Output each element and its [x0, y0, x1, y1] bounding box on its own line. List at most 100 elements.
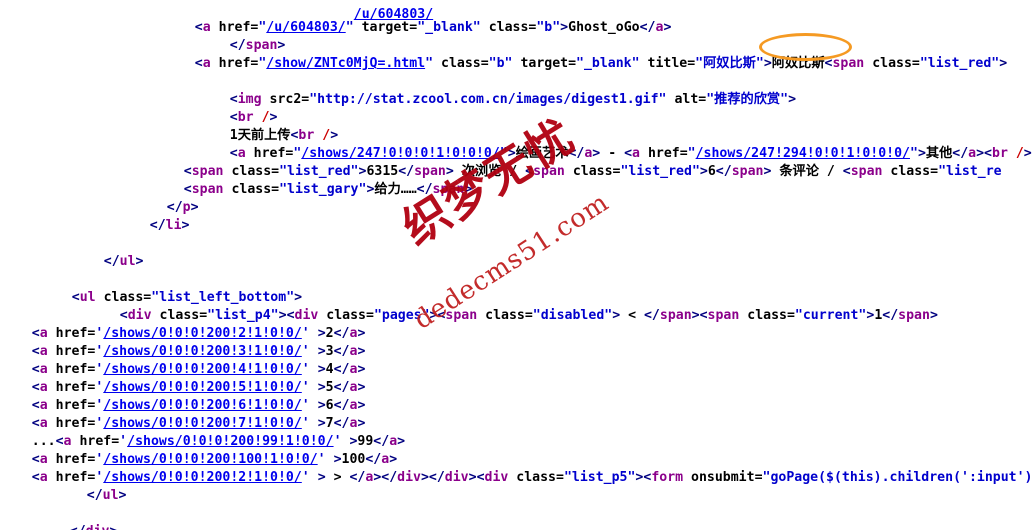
angle-bracket: >	[612, 308, 621, 324]
angle-bracket: >	[999, 56, 1008, 72]
attr-name: class	[572, 164, 613, 180]
attr-value: "b"	[536, 20, 561, 36]
angle-bracket: >	[109, 524, 117, 530]
tag-name: span	[533, 164, 565, 180]
code-line: <span class="list_gary">给力……</span>	[183, 182, 473, 198]
attr-value: "list_gary"	[279, 182, 367, 198]
code-line-pagination: <a href='/shows/0!0!0!200!2!1!0!0/' >2</…	[31, 326, 366, 342]
tag-name: form	[651, 470, 684, 486]
angle-bracket: </	[103, 254, 120, 270]
text-node: 条评论 /	[771, 164, 843, 180]
tag-name: span	[832, 56, 865, 72]
code-line-pagination: <a href='/shows/0!0!0!200!3!1!0!0/' >3</…	[31, 344, 366, 360]
angle-bracket: >	[929, 308, 938, 324]
attr-value: "http://stat.zcool.com.cn/images/digest1…	[309, 92, 667, 108]
angle-bracket: ></	[420, 470, 445, 486]
attr-name: class	[747, 308, 787, 324]
angle-bracket: >	[560, 20, 569, 36]
angle-bracket: ><	[635, 470, 652, 486]
code-line: <img src2="http://stat.zcool.com.cn/imag…	[229, 92, 797, 108]
text-node: Ghost_oGo	[568, 20, 640, 36]
angle-bracket: >	[788, 92, 797, 108]
angle-bracket: <	[31, 470, 40, 486]
attr-value: "阿奴比斯"	[695, 56, 764, 72]
href-link[interactable]: /shows/0!0!0!200!2!1!0!0/	[103, 470, 302, 485]
code-line: </li>	[118, 199, 190, 233]
tag-name: li	[165, 218, 182, 234]
attr-value: "current"	[794, 308, 867, 324]
code-line: </ul>	[55, 469, 127, 503]
attr-name: class	[516, 470, 556, 486]
attr-name: title	[647, 56, 688, 72]
html-source-code-view[interactable]: /u/604803/ <a href="/u/604803/" target="…	[0, 0, 1034, 530]
attr-name: alt	[674, 92, 699, 108]
code-line: 1天前上传<br />	[198, 109, 338, 143]
angle-bracket: </	[416, 182, 433, 198]
angle-bracket: >	[190, 200, 199, 216]
code-line-pagination: <a href='/shows/0!0!0!200!4!1!0!0/' >4</…	[31, 362, 366, 378]
comment-count: 6	[707, 164, 716, 180]
tag-name: div	[397, 470, 421, 486]
tag-name: ul	[119, 254, 136, 270]
angle-bracket: ></	[373, 470, 398, 486]
tag-name: div	[484, 470, 509, 486]
angle-bracket: >	[181, 218, 190, 234]
code-line: </p>	[135, 181, 199, 215]
tag-name: a	[39, 470, 48, 486]
angle-bracket: >	[135, 254, 144, 270]
attr-value: "_blank"	[417, 20, 481, 36]
href-link[interactable]: /show/ZNTc0MjQ=.html	[266, 56, 425, 71]
tag-name: span	[445, 308, 478, 324]
angle-bracket: >	[118, 488, 127, 504]
code-line-pagination: <a href='/shows/0!0!0!200!100!1!0!0/' >1…	[31, 452, 398, 468]
tag-name: span	[731, 164, 764, 180]
quote: '	[301, 470, 310, 486]
tag-name: div	[444, 470, 469, 486]
code-line: <span class="list_red">6315</span> 次浏览 /…	[183, 164, 1002, 180]
text-node: 给力……	[374, 182, 417, 198]
angle-bracket: ><	[468, 470, 485, 486]
angle-bracket: <	[194, 56, 203, 72]
highlighted-anchor-text: 阿奴比斯	[771, 56, 825, 72]
code-line: </ul>	[72, 235, 144, 269]
angle-bracket: >	[763, 56, 772, 72]
tag-name: span	[850, 164, 883, 180]
attr-value: "disabled"	[532, 308, 613, 324]
attr-value: "list_red"	[620, 164, 700, 180]
attr-value: "pages"	[373, 308, 430, 324]
attr-name: class	[488, 20, 529, 36]
next-page-arrow: >	[325, 470, 350, 486]
self-closing-slash: /	[1015, 146, 1024, 162]
code-line: </div>	[38, 505, 118, 530]
attr-name: href	[218, 56, 251, 72]
code-line: <a href="/show/ZNTc0MjQ=.html" class="b"…	[194, 56, 1008, 72]
angle-bracket: >	[699, 164, 708, 180]
attr-name: class	[872, 56, 912, 72]
attr-name: class	[485, 308, 525, 324]
angle-bracket: </	[149, 218, 166, 234]
angle-bracket: <	[71, 290, 80, 306]
tag-name: span	[432, 182, 465, 198]
attr-value: "list_p5"	[563, 470, 636, 486]
tag-name: span	[707, 308, 740, 324]
angle-bracket: >	[464, 182, 473, 198]
angle-bracket: </	[349, 470, 366, 486]
code-line: <br />	[198, 91, 278, 125]
attr-value: "推荐的欣赏"	[706, 92, 789, 108]
code-line: <a href="/u/604803/" target="_blank" cla…	[194, 20, 672, 36]
tag-name: a	[202, 56, 211, 72]
angle-bracket: </	[715, 164, 732, 180]
tag-name: span	[898, 308, 930, 324]
code-line: </span>	[198, 19, 286, 53]
quote: "	[345, 20, 354, 36]
code-line: <div class="list_p4"><div class="pages">…	[119, 308, 938, 324]
text-node: <	[620, 308, 644, 324]
attr-value: "b"	[488, 56, 513, 72]
angle-bracket: ><	[429, 308, 446, 324]
angle-bracket: <	[842, 164, 851, 180]
attr-value: "list_red"	[919, 56, 1000, 72]
attr-name: target	[520, 56, 569, 72]
tag-name: ul	[102, 488, 119, 504]
attr-name: class	[231, 182, 272, 198]
code-line-pagination: <a href='/shows/0!0!0!200!2!1!0!0/' > > …	[31, 470, 1033, 486]
